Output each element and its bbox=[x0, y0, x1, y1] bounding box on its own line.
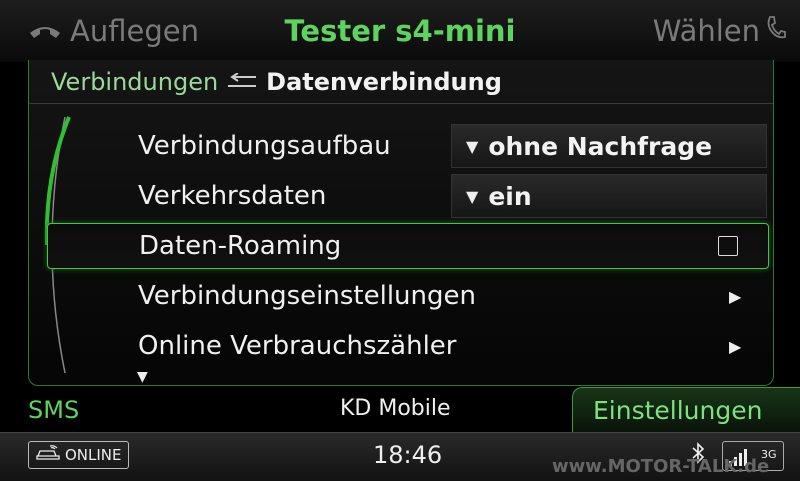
row-label: Verbindungseinstellungen bbox=[138, 281, 476, 311]
online-badge: ONLINE bbox=[28, 441, 129, 469]
dial-button[interactable]: Wählen bbox=[653, 14, 786, 48]
watermark: www.MOTOR-TALK.de bbox=[552, 456, 770, 477]
hang-up-button[interactable]: Auflegen bbox=[28, 14, 199, 48]
setting-row-online-verbrauchszaehler[interactable]: Online Verbrauchszähler ▶ bbox=[49, 322, 769, 370]
phone-icon bbox=[766, 14, 786, 48]
setting-row-verkehrsdaten[interactable]: Verkehrsdaten ▼ ein bbox=[49, 172, 769, 220]
connection-setup-select[interactable]: ▼ ohne Nachfrage bbox=[451, 124, 767, 168]
tab-sms[interactable]: SMS bbox=[28, 396, 79, 424]
more-below-icon: ▼ bbox=[137, 369, 148, 385]
traffic-data-select[interactable]: ▼ ein bbox=[451, 174, 767, 218]
row-label: Verkehrsdaten bbox=[138, 181, 327, 211]
top-bar: Auflegen Tester s4-mini Wählen bbox=[0, 0, 800, 62]
setting-row-verbindungseinstellungen[interactable]: Verbindungseinstellungen ▶ bbox=[49, 272, 769, 320]
chevron-right-icon: ▶ bbox=[729, 286, 742, 306]
breadcrumb-parent[interactable]: Verbindungen bbox=[51, 68, 218, 96]
handset-down-icon bbox=[28, 14, 62, 48]
clock: 18:46 bbox=[373, 441, 443, 469]
back-arrow-icon bbox=[226, 70, 258, 95]
caret-down-icon: ▼ bbox=[466, 136, 479, 156]
row-label: Online Verbrauchszähler bbox=[138, 331, 457, 361]
car-connect-icon bbox=[35, 445, 61, 465]
row-label: Daten-Roaming bbox=[139, 231, 342, 261]
tab-kd-mobile[interactable]: KD Mobile bbox=[340, 396, 451, 421]
caret-down-icon: ▼ bbox=[466, 186, 479, 206]
breadcrumb: Verbindungen Datenverbindung bbox=[51, 68, 502, 96]
tab-einstellungen-label: Einstellungen bbox=[593, 396, 763, 425]
hang-up-label: Auflegen bbox=[70, 14, 199, 48]
roaming-checkbox[interactable] bbox=[718, 236, 738, 256]
dial-label: Wählen bbox=[652, 14, 760, 48]
tab-einstellungen[interactable]: Einstellungen bbox=[572, 387, 800, 432]
select-value: ohne Nachfrage bbox=[488, 131, 713, 161]
chevron-right-icon: ▶ bbox=[729, 336, 742, 356]
setting-row-verbindungsaufbau[interactable]: Verbindungsaufbau ▼ ohne Nachfrage bbox=[49, 122, 769, 170]
online-label: ONLINE bbox=[65, 446, 122, 464]
breadcrumb-current: Datenverbindung bbox=[266, 68, 502, 96]
settings-panel: Verbindungen Datenverbindung Verbindungs… bbox=[28, 60, 774, 386]
select-value: ein bbox=[488, 181, 532, 211]
setting-row-daten-roaming[interactable]: Daten-Roaming bbox=[47, 223, 769, 269]
row-label: Verbindungsaufbau bbox=[138, 131, 391, 161]
header-divider bbox=[29, 103, 773, 104]
